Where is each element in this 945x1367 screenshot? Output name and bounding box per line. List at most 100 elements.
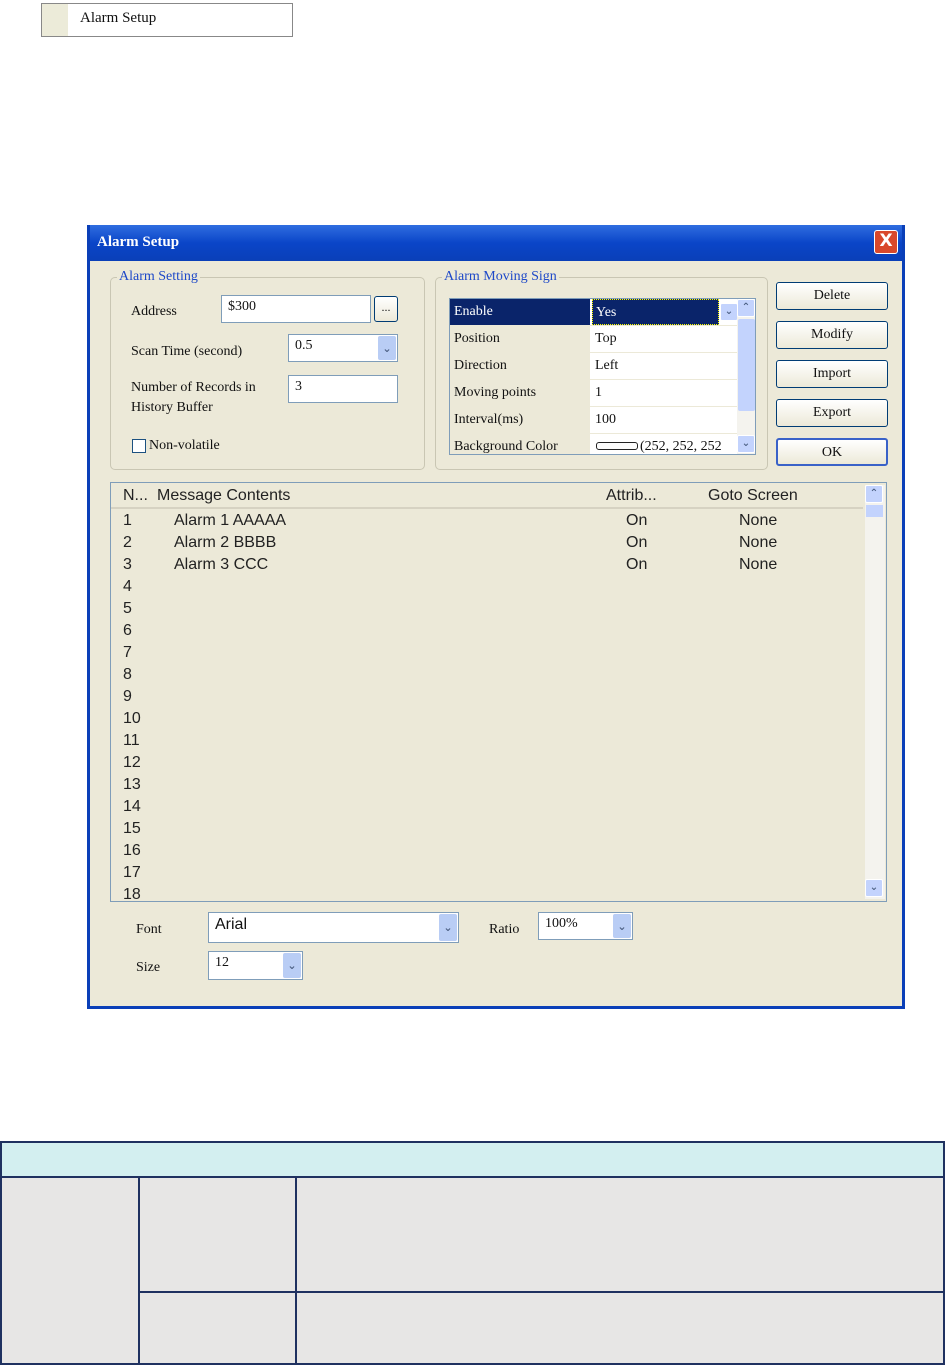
size-label: Size [136,960,161,975]
row-number: 13 [123,776,141,793]
close-button[interactable]: X [874,230,898,254]
list-row[interactable]: 9 [111,687,863,709]
property-row[interactable]: Position Top [450,326,737,353]
records-label-line1: Number of Records in [131,380,256,395]
row-goto-screen: None [739,512,778,529]
list-row[interactable]: 13 [111,775,863,797]
column-header-attribute[interactable]: Attrib... [606,487,657,505]
column-header-number[interactable]: N... [123,487,148,505]
ok-button[interactable]: OK [776,438,888,466]
table-cell [138,1176,297,1293]
row-number: 16 [123,842,141,859]
property-row[interactable]: Direction Left [450,353,737,380]
list-row[interactable]: 2 Alarm 2 BBBB On None [111,533,863,555]
list-header: N... Message Contents Attrib... Goto Scr… [111,483,863,509]
row-number: 2 [123,534,132,551]
row-goto-screen: None [739,534,778,551]
list-row[interactable]: 18 [111,885,863,902]
property-name: Moving points [450,380,590,406]
scan-time-select[interactable]: 0.5 ⌄ [288,334,398,362]
table-cell [295,1176,945,1293]
nonvolatile-label: Non-volatile [149,438,220,453]
chevron-down-icon[interactable]: ⌄ [378,336,396,360]
list-row[interactable]: 17 [111,863,863,885]
chevron-up-icon[interactable]: ⌃ [865,485,883,503]
row-number: 9 [123,688,132,705]
property-name: Enable [450,299,590,325]
chevron-down-icon[interactable]: ⌄ [720,303,738,321]
row-number: 18 [123,886,141,902]
scroll-thumb[interactable] [866,505,883,517]
delete-button[interactable]: Delete [776,282,888,310]
alarm-message-list: N... Message Contents Attrib... Goto Scr… [110,482,887,902]
chevron-down-icon[interactable]: ⌄ [737,435,755,453]
list-row[interactable]: 10 [111,709,863,731]
list-row[interactable]: 4 [111,577,863,599]
chevron-down-icon[interactable]: ⌄ [613,914,631,938]
menu-item-alarm-setup[interactable]: Alarm Setup [41,3,293,37]
size-value: 12 [215,955,229,970]
property-row-enable[interactable]: Enable Yes ⌄ [450,299,738,326]
row-goto-screen: None [739,556,778,573]
nonvolatile-checkbox[interactable] [132,439,146,453]
row-number: 8 [123,666,132,683]
list-row[interactable]: 11 [111,731,863,753]
property-name: Background Color [450,434,590,454]
ratio-select[interactable]: 100% ⌄ [538,912,633,940]
row-attribute: On [626,512,648,529]
row-attribute: On [626,534,648,551]
chevron-down-icon[interactable]: ⌄ [865,879,883,897]
list-row[interactable]: 14 [111,797,863,819]
column-header-goto-screen[interactable]: Goto Screen [708,487,798,505]
property-row[interactable]: Moving points 1 [450,380,737,407]
address-input[interactable]: $300 [221,295,371,323]
table-header-row [0,1141,945,1178]
property-value: Left [595,358,619,373]
chevron-down-icon[interactable]: ⌄ [439,914,457,941]
list-row[interactable]: 16 [111,841,863,863]
alarm-setup-dialog: Alarm Setup X Alarm Setting Address $300… [87,225,905,1009]
list-row[interactable]: 6 [111,621,863,643]
row-number: 14 [123,798,141,815]
modify-button[interactable]: Modify [776,321,888,349]
records-input[interactable]: 3 [288,375,398,403]
property-grid-scrollbar[interactable]: ⌃ ⌄ [737,299,755,454]
scan-time-value: 0.5 [295,338,313,353]
records-label-line2: History Buffer [131,400,213,415]
list-row[interactable]: 3 Alarm 3 CCC On None [111,555,863,577]
row-message: Alarm 1 AAAAA [174,512,287,529]
size-select[interactable]: 12 ⌄ [208,951,303,980]
description-table [0,1141,945,1365]
property-row[interactable]: Interval(ms) 100 [450,407,737,434]
list-row[interactable]: 5 [111,599,863,621]
property-value: 100 [595,412,616,427]
enable-select[interactable]: Yes [592,299,719,325]
font-select[interactable]: Arial ⌄ [208,912,459,943]
alarm-moving-sign-legend: Alarm Moving Sign [442,269,559,285]
list-row[interactable]: 15 [111,819,863,841]
column-header-message[interactable]: Message Contents [157,487,290,505]
menu-gutter [42,4,68,36]
row-message: Alarm 2 BBBB [174,534,277,551]
chevron-up-icon[interactable]: ⌃ [737,299,755,317]
scan-time-label: Scan Time (second) [131,344,243,359]
list-row[interactable]: 12 [111,753,863,775]
row-number: 10 [123,710,141,727]
list-row[interactable]: 8 [111,665,863,687]
address-browse-button[interactable]: ... [374,296,398,322]
scroll-thumb[interactable] [738,319,755,411]
list-row[interactable]: 1 Alarm 1 AAAAA On None [111,511,863,533]
font-value: Arial [215,916,248,933]
list-row[interactable]: 7 [111,643,863,665]
chevron-down-icon[interactable]: ⌄ [283,953,301,978]
row-number: 6 [123,622,132,639]
row-number: 11 [123,732,140,749]
property-row[interactable]: Background Color (252, 252, 252 [450,434,737,454]
title-bar[interactable]: Alarm Setup X [90,225,902,261]
import-button[interactable]: Import [776,360,888,388]
list-scrollbar[interactable]: ⌃ ⌄ [865,485,885,899]
address-label: Address [131,304,177,319]
export-button[interactable]: Export [776,399,888,427]
property-name: Direction [450,353,590,379]
row-number: 17 [123,864,141,881]
